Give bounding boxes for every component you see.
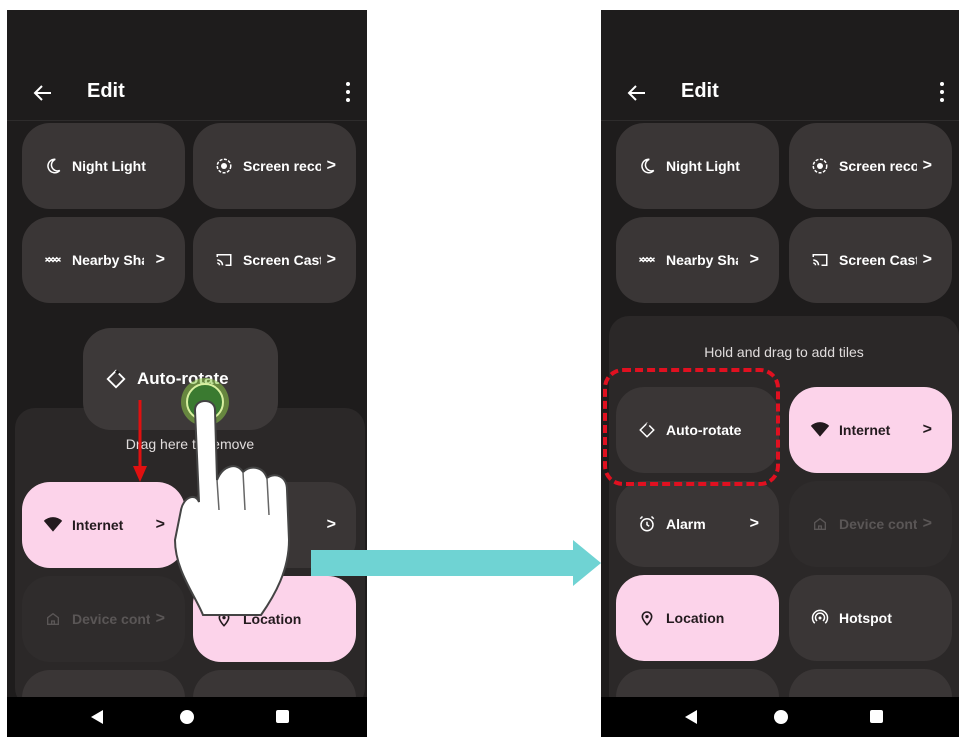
hand-pointer-icon xyxy=(173,378,291,616)
tile-label: Screen Cast xyxy=(839,252,917,268)
nearby-icon xyxy=(42,251,64,269)
tile-label: Internet xyxy=(72,517,124,533)
app-bar: Edit xyxy=(601,65,959,121)
tile-device-controls[interactable]: Device controls > xyxy=(789,481,952,567)
nav-home-icon[interactable] xyxy=(774,710,788,724)
tile-device-controls[interactable]: Device controls > xyxy=(22,576,185,662)
chevron-right-icon: > xyxy=(326,157,336,174)
tile-location[interactable]: Location xyxy=(616,575,779,661)
nav-recents-icon[interactable] xyxy=(276,710,289,723)
page-title: Edit xyxy=(87,80,125,102)
chevron-right-icon: > xyxy=(922,157,932,174)
tile-night-light[interactable]: Night Light xyxy=(616,123,779,209)
divider xyxy=(601,120,959,121)
wifi-icon xyxy=(42,516,64,534)
tile-label: Night Light xyxy=(666,158,740,174)
tile-label: Location xyxy=(666,610,725,626)
home-icon xyxy=(809,516,831,532)
moon-icon xyxy=(42,157,64,175)
chevron-right-icon: > xyxy=(326,516,336,533)
tile-nearby-share[interactable]: Nearby Share > xyxy=(616,217,779,303)
chevron-right-icon: > xyxy=(749,251,759,268)
auto-rotate-highlight xyxy=(603,368,780,486)
tile-alarm[interactable]: Alarm > xyxy=(616,481,779,567)
tile-label: Nearby Share xyxy=(72,252,144,268)
chevron-right-icon: > xyxy=(922,515,932,532)
drag-direction-arrow xyxy=(133,400,147,482)
divider xyxy=(7,120,367,121)
page-title: Edit xyxy=(681,80,719,102)
more-vert-icon[interactable] xyxy=(937,79,947,107)
chevron-right-icon: > xyxy=(922,251,932,268)
chevron-right-icon: > xyxy=(922,421,932,438)
tile-label: Night Light xyxy=(72,158,146,174)
tile-screen-record[interactable]: Screen reco > xyxy=(193,123,356,209)
nav-home-icon[interactable] xyxy=(180,710,194,724)
location-pin-icon xyxy=(636,609,658,627)
chevron-right-icon: > xyxy=(326,251,336,268)
record-icon xyxy=(213,157,235,175)
transition-arrow xyxy=(311,540,601,586)
add-tiles-hint: Hold and drag to add tiles xyxy=(704,344,864,360)
tile-internet[interactable]: Internet > xyxy=(22,482,185,568)
wifi-icon xyxy=(809,421,831,439)
cast-icon xyxy=(809,251,831,269)
tile-label: Screen Cast xyxy=(243,252,321,268)
chevron-right-icon: > xyxy=(155,610,165,627)
tile-screen-cast[interactable]: Screen Cast > xyxy=(193,217,356,303)
chevron-right-icon: > xyxy=(749,515,759,532)
nav-recents-icon[interactable] xyxy=(870,710,883,723)
tile-night-light[interactable]: Night Light xyxy=(22,123,185,209)
nav-bar xyxy=(601,697,959,737)
nearby-icon xyxy=(636,251,658,269)
nav-back-icon[interactable] xyxy=(685,710,697,724)
tile-label: Screen reco xyxy=(839,158,917,174)
tile-label: Internet xyxy=(839,422,891,438)
tile-screen-record[interactable]: Screen reco > xyxy=(789,123,952,209)
chevron-right-icon: > xyxy=(155,251,165,268)
tile-label: Screen reco xyxy=(243,158,321,174)
app-bar: Edit xyxy=(7,65,367,121)
hotspot-icon xyxy=(809,609,831,627)
nav-back-icon[interactable] xyxy=(91,710,103,724)
tile-hotspot[interactable]: Hotspot xyxy=(789,575,952,661)
tile-nearby-share[interactable]: Nearby Share > xyxy=(22,217,185,303)
moon-icon xyxy=(636,157,658,175)
back-arrow-icon[interactable] xyxy=(31,81,55,105)
tile-label: Alarm xyxy=(666,516,706,532)
tile-label: Nearby Share xyxy=(666,252,738,268)
cast-icon xyxy=(213,251,235,269)
tile-screen-cast[interactable]: Screen Cast > xyxy=(789,217,952,303)
nav-bar xyxy=(7,697,367,737)
rotate-icon xyxy=(105,368,127,390)
home-icon xyxy=(42,611,64,627)
record-icon xyxy=(809,157,831,175)
tile-internet[interactable]: Internet > xyxy=(789,387,952,473)
alarm-icon xyxy=(636,515,658,533)
tile-label: Device controls xyxy=(839,516,917,532)
chevron-right-icon: > xyxy=(155,516,165,533)
back-arrow-icon[interactable] xyxy=(625,81,649,105)
more-vert-icon[interactable] xyxy=(343,79,353,107)
tile-label: Device controls xyxy=(72,611,150,627)
tile-label: Hotspot xyxy=(839,610,892,626)
